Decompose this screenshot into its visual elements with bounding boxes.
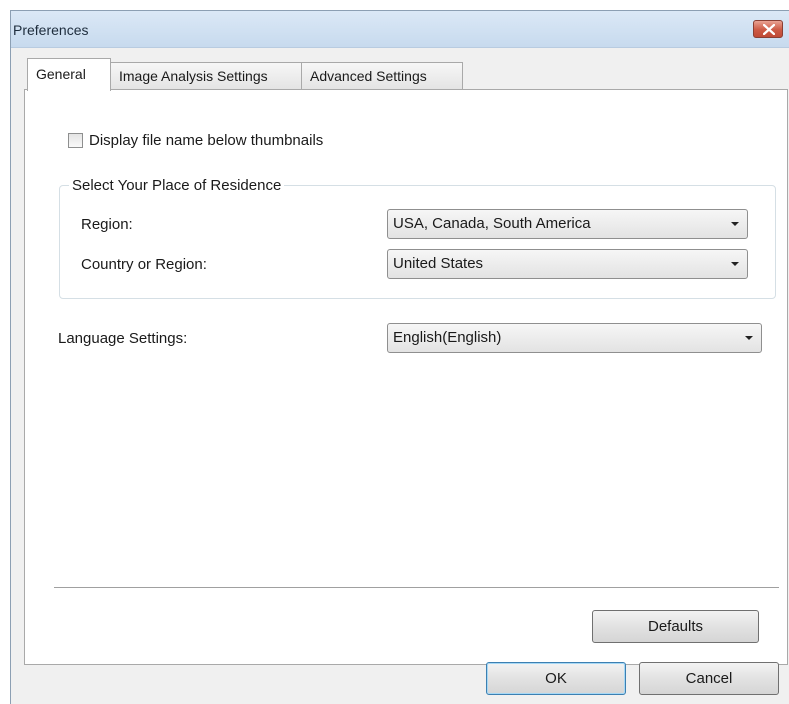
country-dropdown[interactable]: United States [387,249,748,279]
cancel-button[interactable]: Cancel [639,662,779,695]
chevron-down-icon [731,222,739,226]
residence-groupbox [59,185,776,299]
general-tab-panel: Display file name below thumbnails Selec… [24,89,788,665]
language-value: English(English) [393,329,502,346]
close-icon [763,24,775,35]
preferences-window: Preferences General Image Analysis Setti… [10,10,789,704]
display-filename-checkbox[interactable] [68,133,83,148]
region-label: Region: [81,216,133,233]
country-label: Country or Region: [81,256,207,273]
chevron-down-icon [731,262,739,266]
separator [54,587,779,589]
window-title: Preferences [13,22,89,38]
defaults-button[interactable]: Defaults [592,610,759,643]
tab-image-analysis-settings[interactable]: Image Analysis Settings [110,62,302,90]
chevron-down-icon [745,336,753,340]
residence-group-title: Select Your Place of Residence [69,177,285,194]
region-value: USA, Canada, South America [393,215,591,232]
display-filename-label: Display file name below thumbnails [89,132,324,149]
ok-button[interactable]: OK [486,662,626,695]
close-button[interactable] [753,20,783,38]
title-bar[interactable]: Preferences [11,11,789,48]
tab-advanced-settings[interactable]: Advanced Settings [301,62,463,90]
language-label: Language Settings: [58,330,188,347]
region-dropdown[interactable]: USA, Canada, South America [387,209,748,239]
country-value: United States [393,255,484,272]
language-dropdown[interactable]: English(English) [387,323,762,353]
tab-general[interactable]: General [27,58,111,91]
